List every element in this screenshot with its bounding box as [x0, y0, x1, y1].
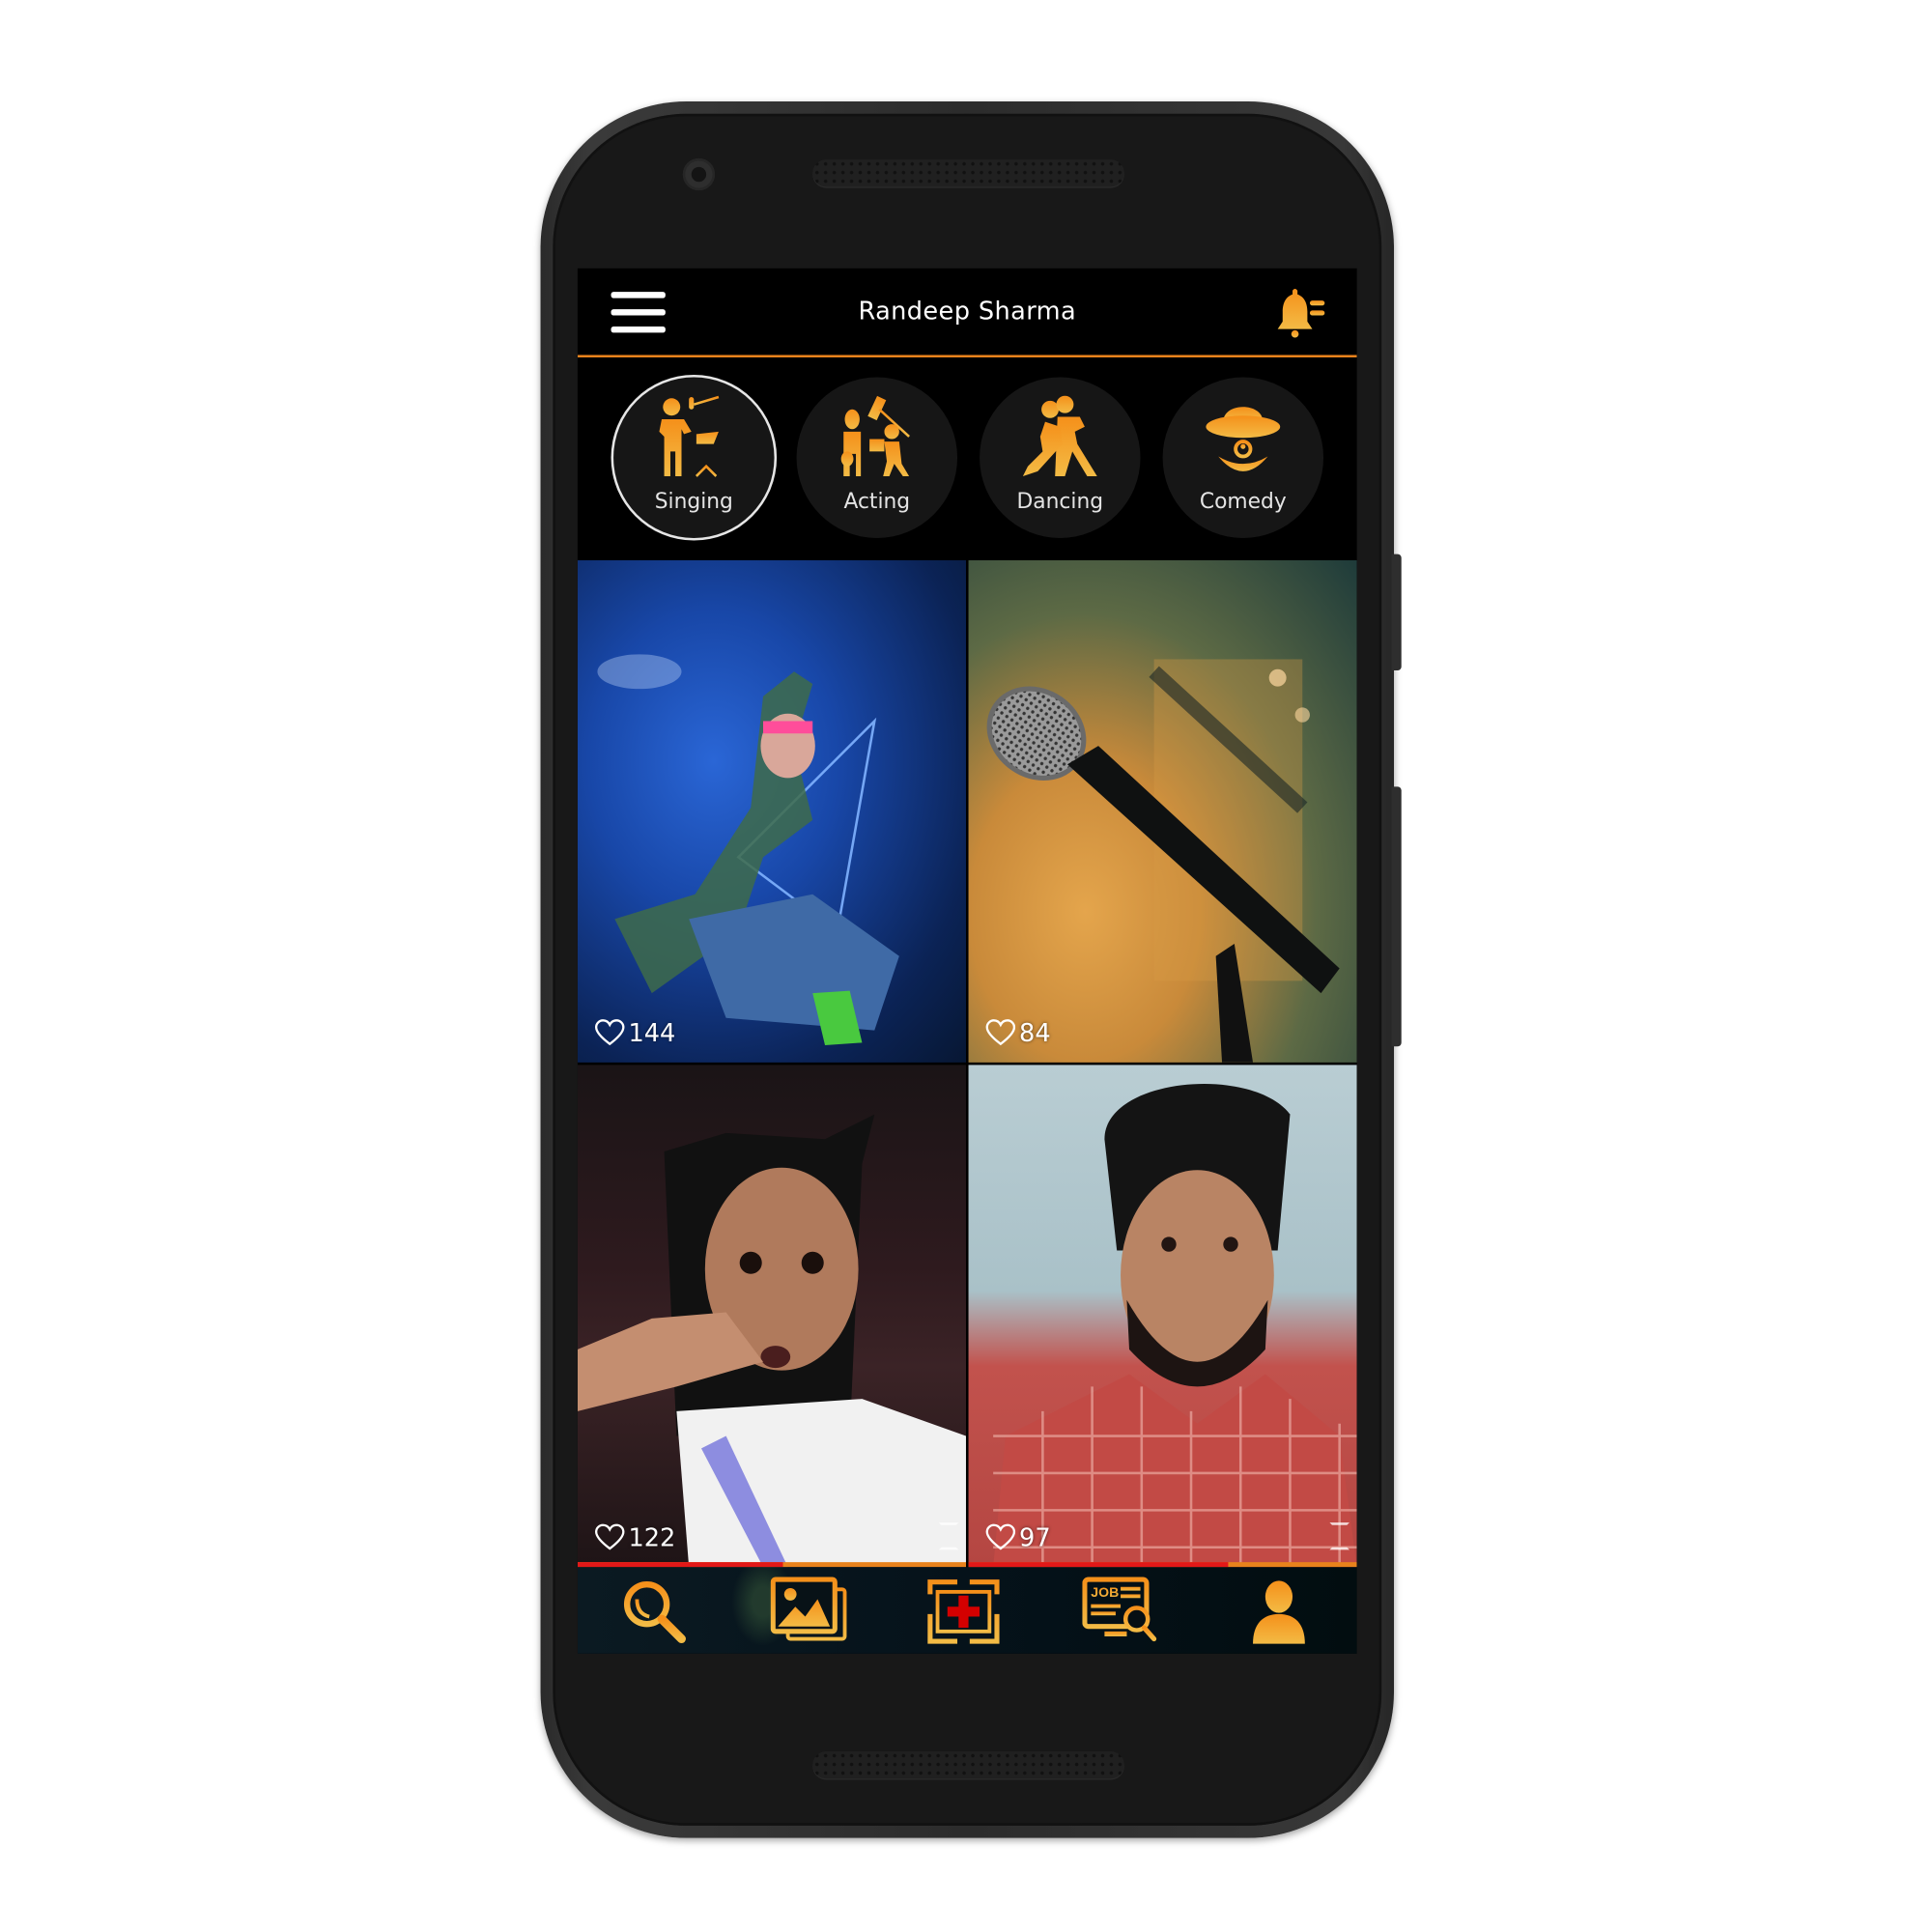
- like-count[interactable]: 97: [985, 1522, 1051, 1552]
- search-icon: [623, 1580, 686, 1644]
- feed-item-microphone[interactable]: 84: [968, 560, 1357, 1063]
- feed-item-woman-video[interactable]: 122: [577, 1065, 966, 1568]
- man-video: [993, 1084, 1357, 1568]
- dancer-photo: [597, 654, 899, 1045]
- heart-icon: [985, 1523, 1016, 1550]
- fullscreen-icon[interactable]: [938, 1522, 959, 1550]
- fullscreen-icon[interactable]: [1329, 1522, 1350, 1550]
- like-count-value: 97: [1019, 1522, 1051, 1552]
- app-screen: Randeep Sharma Singing Acting Dancing Co…: [577, 268, 1357, 1654]
- like-count[interactable]: 84: [985, 1017, 1051, 1048]
- nav-jobs-button[interactable]: JOB: [1082, 1577, 1158, 1647]
- top-speaker-grille: [812, 159, 1124, 187]
- feed-item-dancer[interactable]: 144: [577, 560, 966, 1063]
- bell-notification-icon[interactable]: [1267, 287, 1326, 339]
- job-search-icon: JOB: [1082, 1577, 1157, 1642]
- like-count-value: 84: [1019, 1017, 1051, 1048]
- singer-microphone-icon: [659, 395, 720, 477]
- device-mockup: Randeep Sharma Singing Acting Dancing Co…: [0, 0, 1932, 1932]
- heart-icon: [595, 1019, 625, 1046]
- volume-button: [1391, 786, 1402, 1047]
- category-label: Comedy: [1199, 490, 1287, 515]
- actor-clapperboard-icon: [840, 395, 912, 476]
- category-dancing[interactable]: Dancing: [980, 377, 1141, 538]
- bottom-navigation: JOB: [577, 1567, 1357, 1654]
- category-comedy[interactable]: Comedy: [1162, 377, 1324, 538]
- gallery-images-icon: [770, 1577, 847, 1641]
- feed-item-man-video[interactable]: 97: [968, 1065, 1357, 1568]
- heart-icon: [985, 1019, 1016, 1046]
- category-singing[interactable]: Singing: [613, 377, 775, 538]
- nav-add-post-button[interactable]: [925, 1577, 1002, 1647]
- page-title: Randeep Sharma: [858, 296, 1077, 326]
- category-selector: Singing Acting Dancing Comedy: [577, 357, 1357, 561]
- app-header: Randeep Sharma: [577, 268, 1357, 358]
- user-profile-icon: [1253, 1580, 1305, 1644]
- category-label: Singing: [654, 490, 733, 515]
- add-media-plus-icon: [927, 1579, 1000, 1644]
- power-button: [1391, 554, 1402, 670]
- bottom-speaker-grille: [812, 1751, 1124, 1779]
- category-label: Dancing: [1016, 490, 1104, 515]
- woman-video: [577, 1114, 966, 1568]
- job-icon-text: JOB: [1091, 1584, 1119, 1600]
- heart-icon: [595, 1523, 625, 1550]
- like-count-value: 122: [628, 1522, 676, 1552]
- like-count-value: 144: [628, 1017, 676, 1048]
- category-label: Acting: [843, 490, 911, 515]
- nav-gallery-button[interactable]: [770, 1577, 847, 1647]
- nav-profile-button[interactable]: [1240, 1577, 1317, 1647]
- clown-face-icon: [1206, 407, 1281, 471]
- microphone-photo: [986, 659, 1340, 1063]
- dancing-couple-icon: [1022, 395, 1097, 476]
- nav-search-button[interactable]: [617, 1577, 694, 1647]
- feed-grid: 144 84 122 97: [577, 560, 1357, 1568]
- category-acting[interactable]: Acting: [796, 377, 958, 538]
- front-camera: [682, 157, 716, 191]
- like-count[interactable]: 144: [595, 1017, 676, 1048]
- like-count[interactable]: 122: [595, 1522, 675, 1552]
